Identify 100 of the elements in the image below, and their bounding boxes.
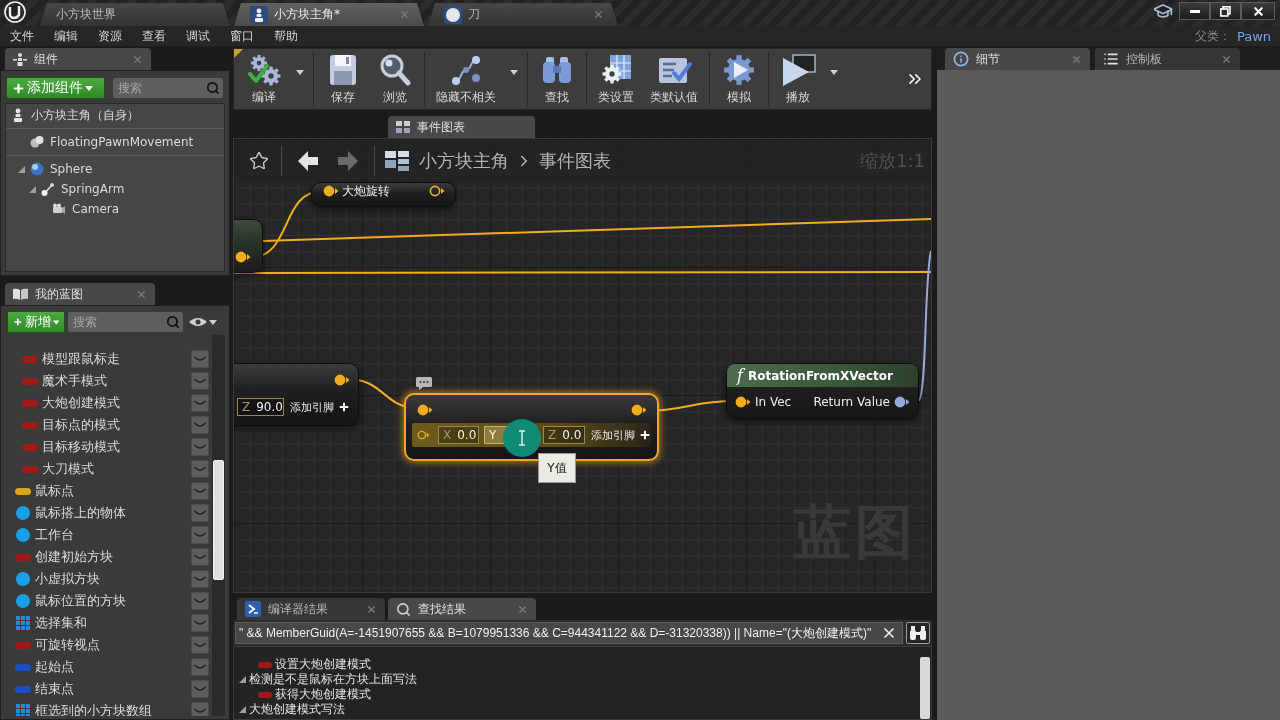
menu-item[interactable]: 资源 bbox=[88, 27, 132, 45]
panel-tab[interactable]: 我的蓝图 bbox=[5, 283, 155, 305]
search-field[interactable]: " && MemberGuid(A=-1451907655 && B=1079951336 && C=944341122 && D=-31320338)) || Name="(大炮创建模式)" bbox=[235, 622, 903, 644]
graph-node[interactable]: X 0.0 Y Z 0.0 添加引脚 bbox=[404, 393, 659, 461]
toolbar-button[interactable]: 保存 bbox=[317, 49, 369, 109]
pin-icon[interactable] bbox=[417, 404, 433, 416]
menu-item[interactable]: 窗口 bbox=[220, 27, 264, 45]
pin-icon[interactable] bbox=[735, 396, 751, 408]
pin-icon[interactable] bbox=[631, 404, 647, 416]
visibility-toggle[interactable] bbox=[191, 416, 209, 434]
number-field[interactable]: Z 0.0 bbox=[543, 426, 585, 444]
pin-icon[interactable] bbox=[323, 185, 339, 197]
find-button[interactable] bbox=[906, 622, 930, 644]
document-tab[interactable]: 小方块世界 bbox=[40, 3, 230, 26]
variable-name[interactable]: 起始点 bbox=[35, 658, 74, 676]
pin-icon[interactable] bbox=[235, 251, 251, 263]
result-text[interactable]: 设置大炮创建模式 bbox=[275, 656, 371, 673]
visibility-toggle[interactable] bbox=[191, 548, 209, 566]
minimize-button[interactable] bbox=[1179, 2, 1210, 20]
component-name[interactable]: 小方块主角（自身） bbox=[31, 106, 139, 124]
scrollbar-thumb[interactable] bbox=[213, 460, 224, 580]
pin-icon[interactable] bbox=[334, 374, 350, 386]
toolbar-button[interactable]: 浏览 bbox=[369, 49, 421, 109]
scrollbar-thumb[interactable] bbox=[920, 657, 930, 719]
scrollbar[interactable] bbox=[212, 335, 225, 716]
panel-tab[interactable]: 查找结果 bbox=[388, 598, 536, 620]
variable-name[interactable]: 选择集和 bbox=[35, 614, 87, 632]
graph-tab[interactable]: 事件图表 bbox=[388, 116, 535, 138]
visibility-toggle[interactable] bbox=[191, 658, 209, 676]
variable-name[interactable]: 大炮创建模式 bbox=[42, 394, 120, 412]
menu-item[interactable]: 调试 bbox=[176, 27, 220, 45]
visibility-toggle[interactable] bbox=[191, 372, 209, 390]
variable-name[interactable]: 鼠标位置的方块 bbox=[35, 592, 126, 610]
variable-name[interactable]: 模型跟鼠标走 bbox=[42, 350, 120, 368]
variable-name[interactable]: 工作台 bbox=[35, 526, 74, 544]
expand-arrow-icon[interactable] bbox=[28, 185, 36, 193]
visibility-toggle[interactable] bbox=[191, 504, 209, 522]
toolbar-button[interactable]: 播放 bbox=[772, 49, 824, 109]
menu-item[interactable]: 帮助 bbox=[264, 27, 308, 45]
visibility-toggle[interactable] bbox=[191, 592, 209, 610]
document-tab[interactable]: 小方块主角* bbox=[234, 3, 424, 26]
new-button[interactable]: 新增 bbox=[7, 311, 65, 333]
result-text[interactable]: 大炮创建模式写法 bbox=[249, 701, 345, 718]
pin-icon[interactable] bbox=[894, 396, 910, 408]
graph-node[interactable]: 大炮旋转 bbox=[311, 182, 456, 207]
variable-name[interactable]: 鼠标搭上的物体 bbox=[35, 504, 126, 522]
view-options-button[interactable] bbox=[189, 317, 217, 327]
variable-name[interactable]: 结束点 bbox=[35, 680, 74, 698]
component-name[interactable]: FloatingPawnMovement bbox=[50, 135, 194, 149]
restore-button[interactable] bbox=[1210, 2, 1241, 20]
visibility-toggle[interactable] bbox=[191, 460, 209, 478]
expand-arrow-icon[interactable] bbox=[17, 165, 25, 173]
component-name[interactable]: Sphere bbox=[50, 162, 93, 176]
toolbar-button[interactable]: 类设置 bbox=[590, 49, 642, 109]
result-text[interactable]: 获得大炮创建模式 bbox=[275, 686, 371, 703]
variable-name[interactable]: 可旋转视点 bbox=[35, 636, 100, 654]
result-text[interactable]: 检测是不是鼠标在方块上面写法 bbox=[249, 671, 417, 688]
visibility-toggle[interactable] bbox=[191, 350, 209, 368]
visibility-toggle[interactable] bbox=[191, 680, 209, 698]
number-field[interactable]: X 0.0 bbox=[438, 426, 479, 444]
menu-item[interactable]: 编辑 bbox=[44, 27, 88, 45]
visibility-toggle[interactable] bbox=[191, 526, 209, 544]
comment-bubble-icon[interactable] bbox=[416, 377, 432, 390]
close-button[interactable] bbox=[1241, 2, 1275, 20]
variable-name[interactable]: 魔术手模式 bbox=[42, 372, 107, 390]
component-name[interactable]: Camera bbox=[72, 202, 120, 216]
panel-tab[interactable]: 组件 bbox=[5, 48, 151, 70]
menu-item[interactable]: 查看 bbox=[132, 27, 176, 45]
parent-class-link[interactable]: Pawn bbox=[1236, 28, 1271, 44]
add-pin-button[interactable]: 添加引脚 bbox=[290, 399, 350, 415]
panel-tab[interactable]: 编译器结果 bbox=[237, 598, 385, 620]
toolbar-button[interactable]: 类默认值 bbox=[642, 49, 706, 109]
document-tab[interactable]: 刀 bbox=[428, 3, 618, 26]
toolbar-button[interactable]: 隐藏不相关 bbox=[428, 49, 504, 109]
add-pin-button[interactable]: 添加引脚 bbox=[591, 427, 651, 443]
visibility-toggle[interactable] bbox=[191, 482, 209, 500]
variable-name[interactable]: 创建初始方块 bbox=[35, 548, 113, 566]
variable-name[interactable]: 小虚拟方块 bbox=[35, 570, 100, 588]
visibility-toggle[interactable] bbox=[191, 614, 209, 632]
menu-item[interactable]: 文件 bbox=[0, 27, 44, 45]
panel-tab[interactable]: 细节 bbox=[945, 48, 1090, 70]
panel-tab[interactable]: 控制板 bbox=[1095, 48, 1240, 70]
variable-name[interactable]: 大刀模式 bbox=[42, 460, 94, 478]
logo-icon[interactable] bbox=[4, 1, 26, 23]
search-field[interactable]: 搜索 bbox=[68, 312, 183, 332]
graduation-cap-icon[interactable] bbox=[1153, 1, 1173, 21]
graph-node[interactable]: f RotationFromXVector In Vec Return Value bbox=[726, 363, 919, 419]
expand-arrow-icon[interactable] bbox=[239, 676, 246, 683]
toolbar-button[interactable]: 模拟 bbox=[713, 49, 765, 109]
graph-node[interactable]: Z 90.0 添加引脚 bbox=[234, 363, 359, 426]
visibility-toggle[interactable] bbox=[191, 702, 209, 716]
breadcrumb-item[interactable]: 小方块主角 bbox=[419, 149, 509, 173]
visibility-toggle[interactable] bbox=[191, 636, 209, 654]
expand-arrow-icon[interactable] bbox=[239, 706, 246, 713]
toolbar-button[interactable]: 编译 bbox=[238, 49, 290, 109]
component-name[interactable]: SpringArm bbox=[61, 182, 125, 196]
visibility-toggle[interactable] bbox=[191, 394, 209, 412]
variable-name[interactable]: 目标点的模式 bbox=[42, 416, 120, 434]
number-field[interactable]: Z 90.0 bbox=[237, 398, 284, 416]
variable-name[interactable]: 鼠标点 bbox=[35, 482, 74, 500]
